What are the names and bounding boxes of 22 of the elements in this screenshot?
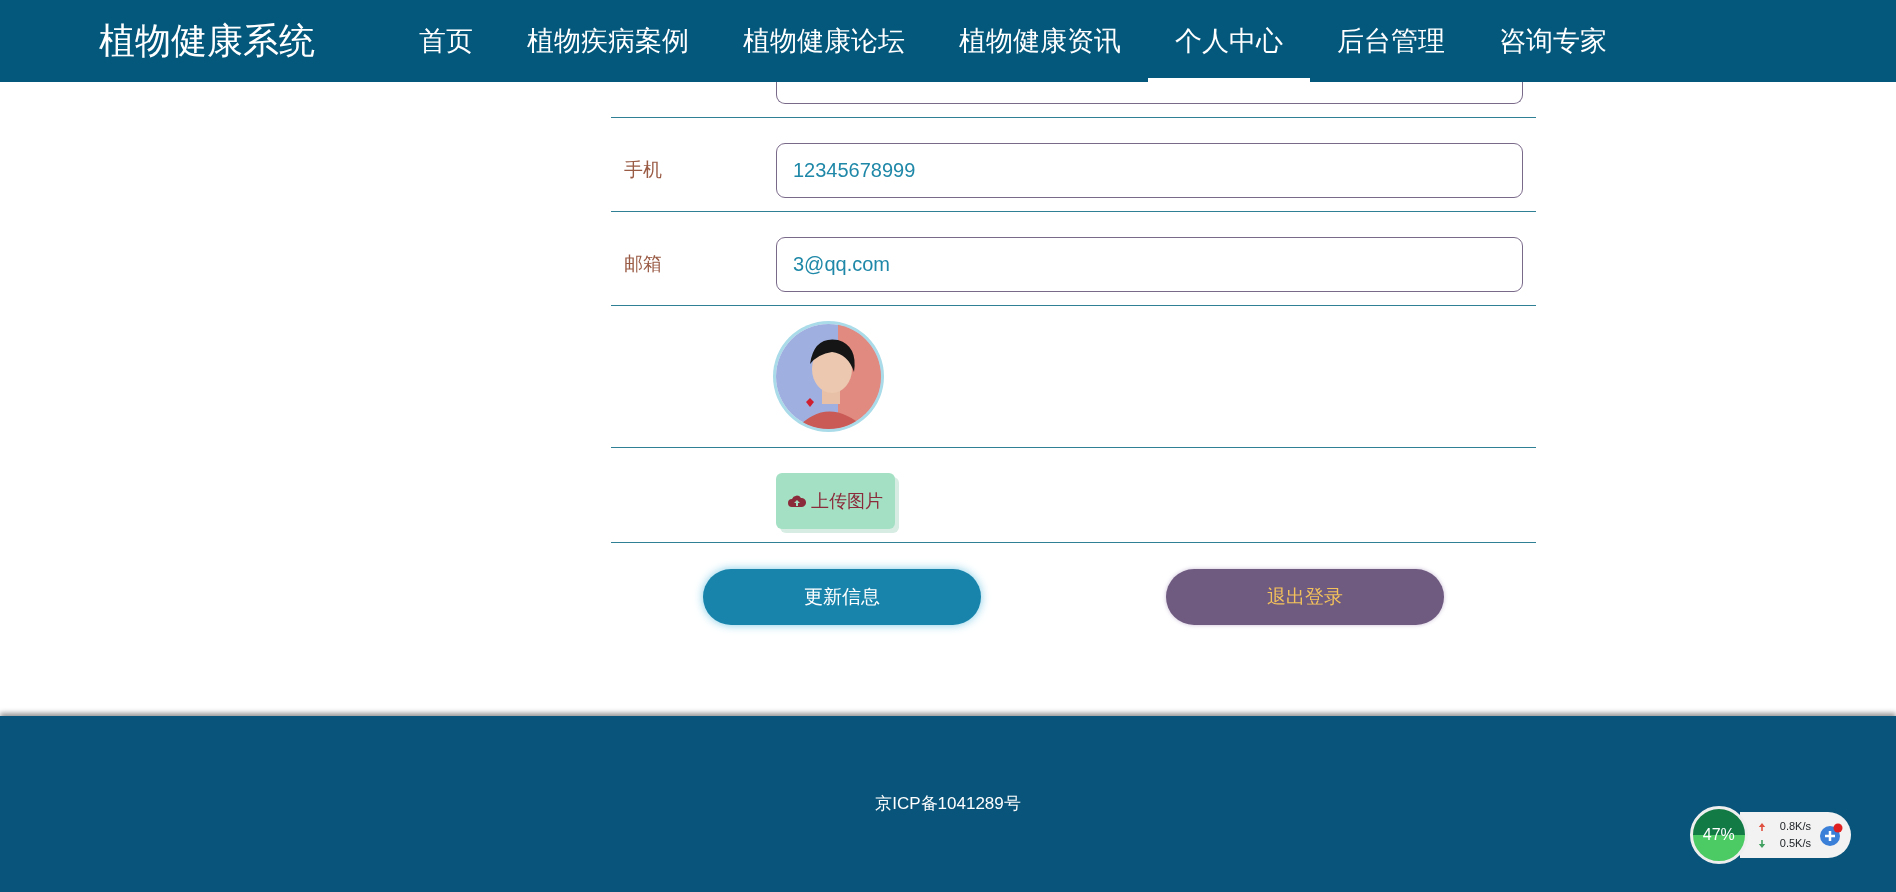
field-label: 邮箱 (624, 252, 663, 277)
update-button[interactable]: 更新信息 (703, 569, 982, 625)
nav-link[interactable]: 植物健康论坛 (716, 0, 932, 82)
speed-text: 0.8K/s (1779, 819, 1811, 834)
plus-icon[interactable] (1819, 823, 1843, 847)
input-field[interactable]: 12345678999 (776, 143, 1523, 198)
up-arrow-icon (1757, 821, 1766, 832)
site-title: 植物健康系统 (99, 19, 315, 63)
input-field[interactable] (776, 82, 1523, 104)
logout-button[interactable]: 退出登录 (1165, 569, 1444, 625)
speed-text: 0.5K/s (1779, 836, 1811, 851)
nav-link[interactable]: 植物健康资讯 (932, 0, 1148, 82)
nav-link[interactable]: 后台管理 (1310, 0, 1472, 82)
input-field[interactable]: 3@qq.com (776, 237, 1523, 292)
nav-link[interactable]: 咨询专家 (1472, 0, 1634, 82)
cloud-upload-icon (788, 494, 806, 508)
percent-text: 47% (1702, 825, 1735, 845)
icp-text: 京ICP备1041289号 (875, 793, 1021, 816)
down-arrow-icon (1757, 838, 1766, 849)
nav-link[interactable]: 首页 (392, 0, 500, 82)
nav-link[interactable]: 植物疾病案例 (500, 0, 716, 82)
field-label: 手机 (624, 158, 663, 183)
